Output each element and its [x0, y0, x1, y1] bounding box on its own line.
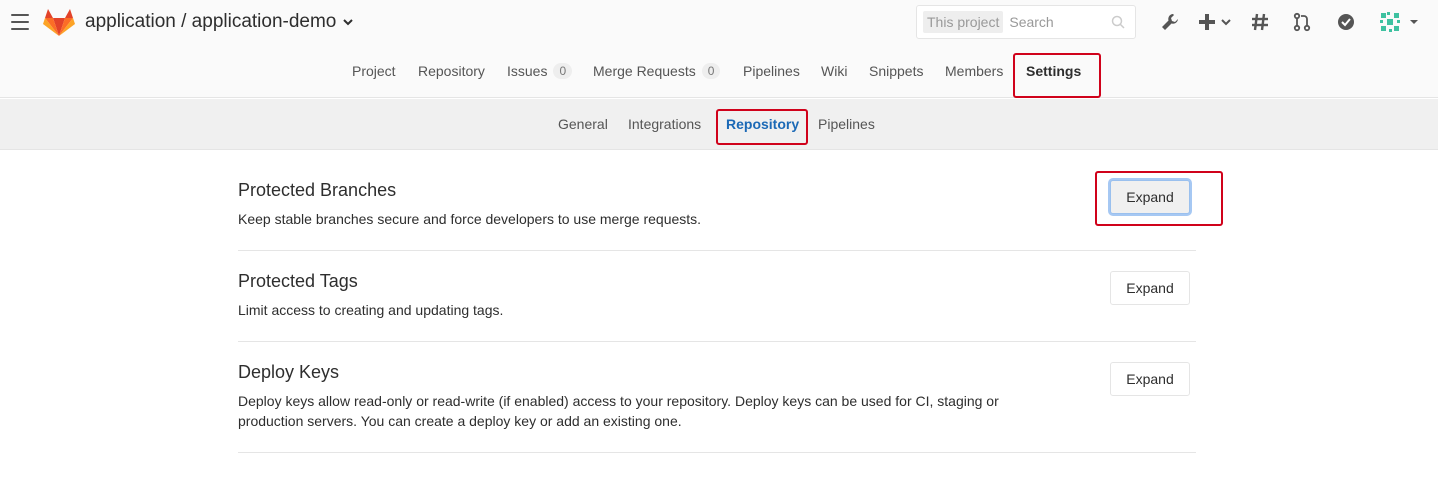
project-nav: Project Repository Issues 0 Merge Request… — [0, 46, 1438, 98]
protected-branches-section: Protected Branches Keep stable branches … — [238, 180, 1196, 251]
nav-snippets-label: Snippets — [869, 63, 924, 79]
chevron-down-icon — [343, 19, 354, 26]
section-title: Protected Tags — [238, 271, 358, 291]
nav-repository[interactable]: Repository — [418, 63, 485, 79]
nav-project[interactable]: Project — [352, 63, 396, 79]
merge-request-icon[interactable] — [1291, 11, 1313, 33]
nav-merge-requests-label: Merge Requests — [593, 63, 696, 79]
search-box[interactable]: This project Search — [916, 5, 1136, 39]
todo-check-icon[interactable] — [1335, 11, 1357, 33]
merge-requests-count-badge: 0 — [701, 63, 721, 79]
nav-merge-requests[interactable]: Merge Requests 0 — [593, 63, 721, 79]
deploy-keys-expand-button[interactable]: Expand — [1110, 362, 1190, 396]
project-path[interactable]: application / application-demo — [85, 11, 354, 33]
nav-wiki-label: Wiki — [821, 63, 848, 79]
search-scope-badge: This project — [923, 11, 1004, 33]
wrench-icon[interactable] — [1159, 11, 1181, 33]
nav-repository-label: Repository — [418, 63, 485, 79]
highlight-box-repository — [716, 109, 808, 145]
top-header: application / application-demo This proj… — [0, 0, 1438, 46]
highlight-box-settings — [1013, 53, 1101, 98]
highlight-box-expand — [1095, 171, 1223, 226]
new-dropdown-icon[interactable] — [1198, 11, 1234, 33]
deploy-keys-section: Deploy Keys Deploy keys allow read-only … — [238, 362, 1196, 453]
nav-issues-label: Issues — [507, 63, 548, 79]
section-description: Deploy keys allow read-only or read-writ… — [238, 393, 999, 429]
protected-tags-section: Protected Tags Limit access to creating … — [238, 271, 1196, 342]
search-icon — [1111, 15, 1125, 29]
subnav-pipelines[interactable]: Pipelines — [818, 116, 875, 132]
project-path-label: application / application-demo — [85, 11, 337, 32]
nav-issues[interactable]: Issues 0 — [507, 63, 573, 79]
nav-wiki[interactable]: Wiki — [821, 63, 847, 79]
hash-icon[interactable] — [1249, 11, 1271, 33]
hamburger-menu-icon[interactable] — [11, 14, 29, 30]
issues-count-badge: 0 — [553, 63, 573, 79]
nav-pipelines[interactable]: Pipelines — [743, 63, 800, 79]
section-description: Keep stable branches secure and force de… — [238, 211, 702, 227]
protected-tags-expand-button[interactable]: Expand — [1110, 271, 1190, 305]
nav-project-label: Project — [352, 63, 396, 79]
nav-pipelines-label: Pipelines — [743, 63, 800, 79]
nav-snippets[interactable]: Snippets — [869, 63, 923, 79]
subnav-integrations[interactable]: Integrations — [628, 116, 701, 132]
section-description: Limit access to creating and updating ta… — [238, 302, 504, 318]
nav-members-label: Members — [945, 63, 1004, 79]
nav-members[interactable]: Members — [945, 63, 1003, 79]
subnav-general[interactable]: General — [558, 116, 608, 132]
gitlab-logo-icon[interactable] — [42, 6, 76, 38]
section-title: Protected Branches — [238, 180, 397, 200]
search-input[interactable]: Search — [1009, 14, 1053, 30]
user-avatar[interactable] — [1378, 11, 1422, 33]
section-title: Deploy Keys — [238, 362, 340, 382]
